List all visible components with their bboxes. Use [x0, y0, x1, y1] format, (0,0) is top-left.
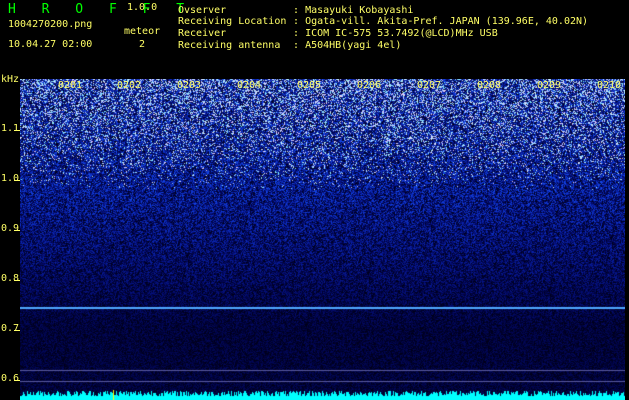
x-tick-label: 0204	[237, 80, 262, 91]
info-value: A504HB(yagi 4el)	[305, 40, 402, 51]
x-tick-label: 0210	[597, 80, 622, 91]
info-separator: :	[293, 28, 300, 39]
info-value: Ogata-vill. Akita-Pref. JAPAN (139.96E, …	[305, 16, 589, 27]
app-title: H R O F F T	[8, 2, 194, 17]
y-tick-mark	[14, 180, 20, 181]
x-tick-label: 0207	[417, 80, 442, 91]
x-tick-label: 0201	[58, 80, 83, 91]
x-tick-label: 0209	[537, 80, 562, 91]
info-row-observer: Ovserver: Masayuki Kobayashi	[178, 6, 413, 16]
date-time: 10.04.27 02:00	[8, 39, 93, 50]
meteor-label: meteor	[124, 26, 161, 37]
info-row-receiver: Receiver: ICOM IC-575 53.7492(@LCD)MHz U…	[178, 29, 498, 39]
info-separator: :	[293, 16, 300, 27]
file-name: 1004270200.png	[8, 19, 93, 30]
y-tick-label: 0.8	[1, 273, 20, 284]
y-tick-label: 0.7	[1, 323, 20, 334]
x-tick-label: 0205	[297, 80, 322, 91]
x-tick-label: 0203	[177, 80, 202, 91]
x-tick-label: 0202	[117, 80, 142, 91]
y-tick-mark	[14, 330, 20, 331]
info-key: Receiving antenna	[178, 40, 281, 51]
info-separator: :	[293, 5, 300, 16]
y-tick-label: 0.6	[1, 373, 20, 384]
app-version: 1.0.0	[127, 2, 158, 13]
y-axis-unit: kHz	[1, 74, 20, 85]
info-row-location: Receiving Location: Ogata-vill. Akita-Pr…	[178, 17, 588, 27]
y-tick-mark	[14, 380, 20, 381]
info-key: Ovserver	[178, 5, 227, 16]
meteor-count: 2	[139, 39, 146, 50]
y-tick-mark	[14, 230, 20, 231]
info-row-antenna: Receiving antenna: A504HB(yagi 4el)	[178, 41, 401, 51]
y-tick-mark	[14, 280, 20, 281]
y-tick-label: 1.0	[1, 173, 20, 184]
spectrogram-canvas	[20, 79, 625, 400]
y-tick-label: 0.9	[1, 223, 20, 234]
info-key: Receiver	[178, 28, 227, 39]
y-tick-mark	[14, 130, 20, 131]
info-value: ICOM IC-575 53.7492(@LCD)MHz USB	[305, 28, 498, 39]
x-tick-label: 0208	[477, 80, 502, 91]
y-tick-label: 1.1	[1, 123, 20, 134]
x-tick-label: 0206	[357, 80, 382, 91]
info-separator: :	[293, 40, 300, 51]
info-key: Receiving Location	[178, 16, 287, 27]
info-value: Masayuki Kobayashi	[305, 5, 414, 16]
